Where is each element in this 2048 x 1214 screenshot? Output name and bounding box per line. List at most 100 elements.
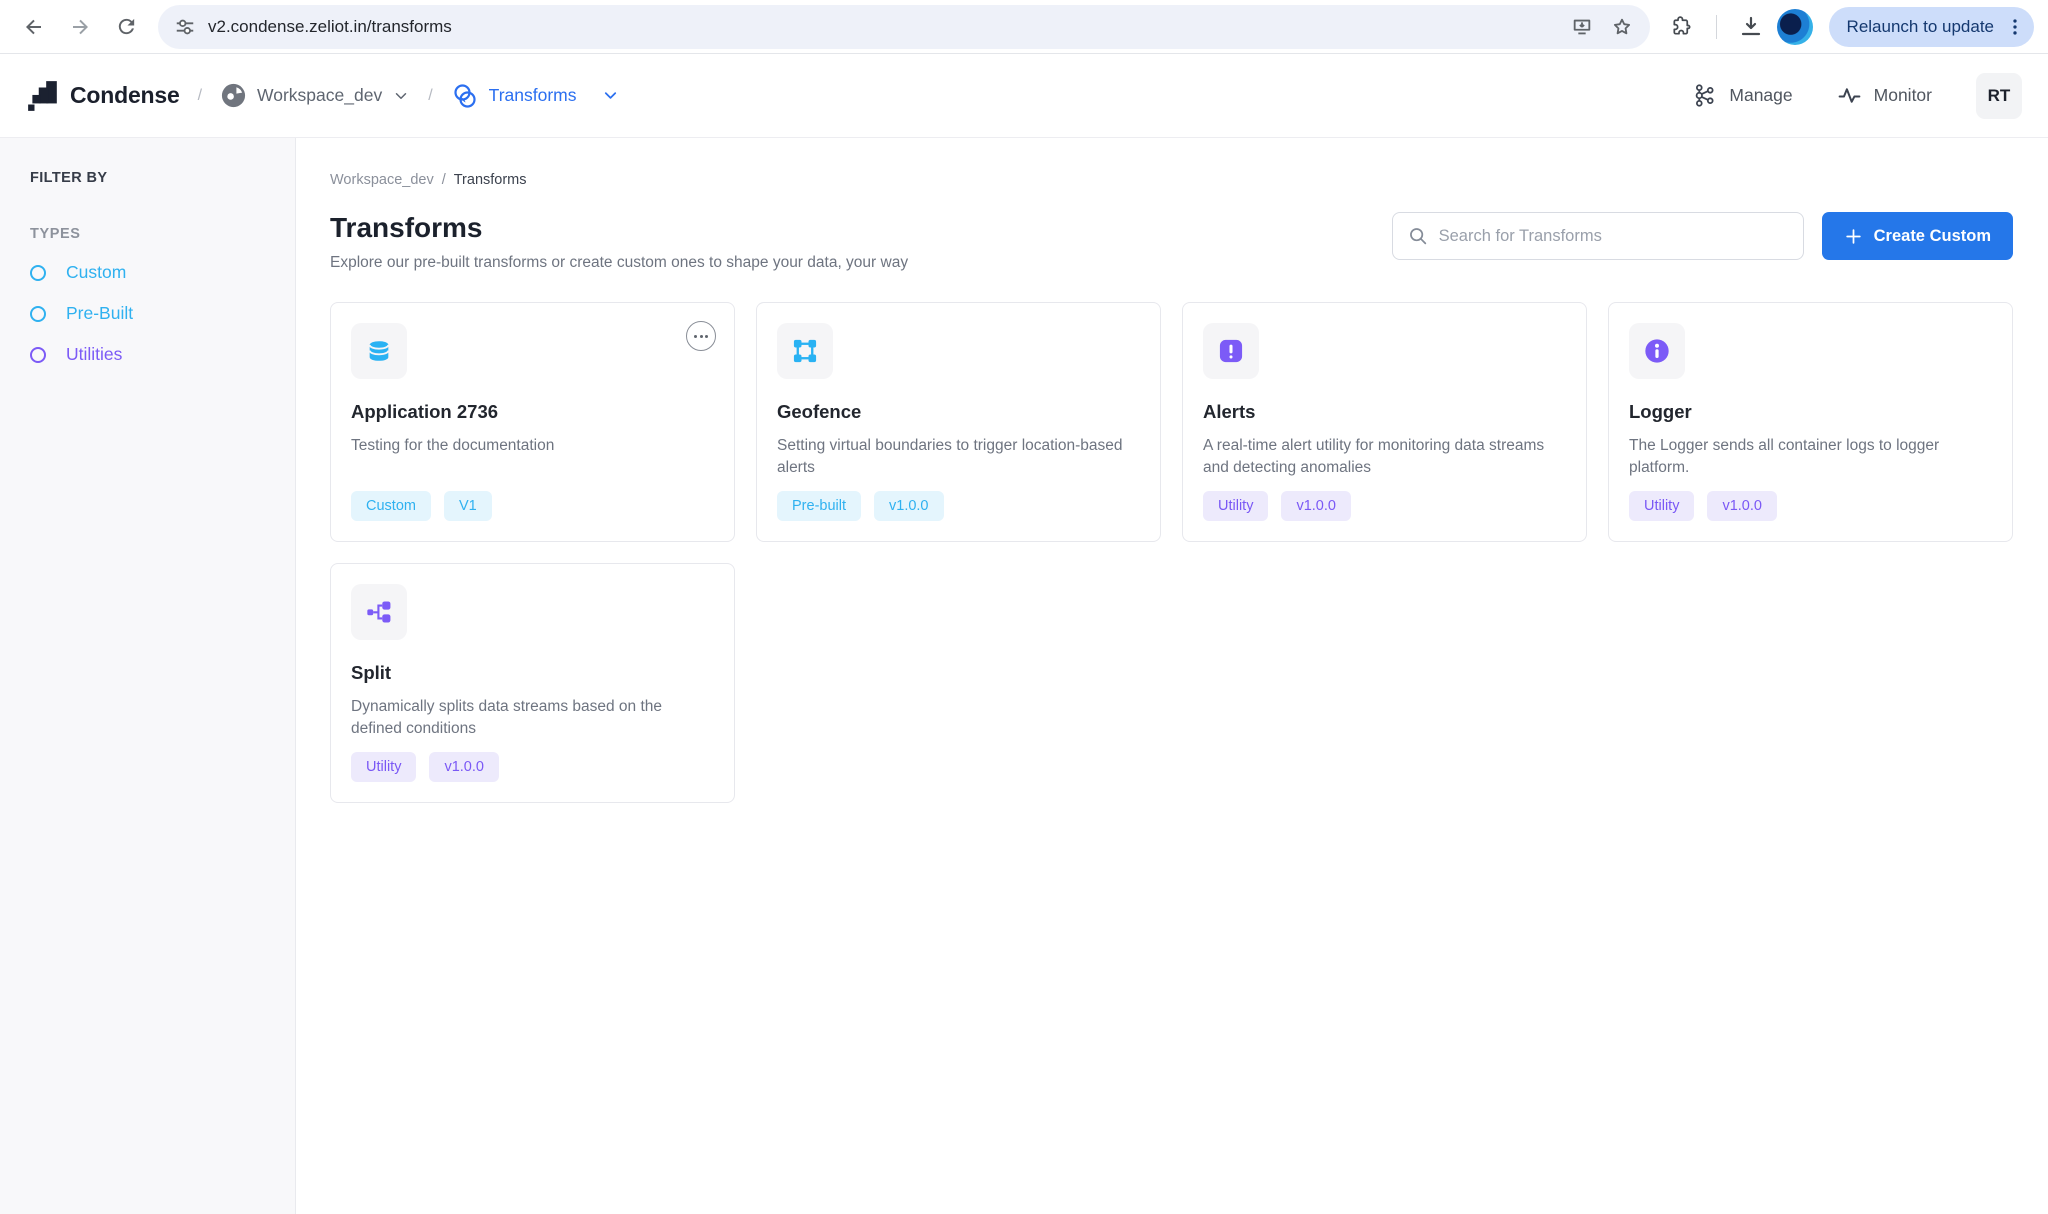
transforms-grid: Application 2736 Testing for the documen… bbox=[330, 302, 2013, 803]
card-title: Split bbox=[351, 662, 714, 684]
install-app-button[interactable] bbox=[1564, 9, 1600, 45]
create-custom-label: Create Custom bbox=[1874, 227, 1991, 246]
card-icon-tile bbox=[351, 323, 407, 379]
transform-card-alerts[interactable]: Alerts A real-time alert utility for mon… bbox=[1182, 302, 1587, 542]
card-description: Setting virtual boundaries to trigger lo… bbox=[777, 435, 1140, 480]
radio-icon[interactable] bbox=[30, 306, 46, 322]
radio-icon[interactable] bbox=[30, 265, 46, 281]
nav-transforms-label: Transforms bbox=[489, 85, 577, 106]
monitor-pulse-icon bbox=[1837, 83, 1862, 108]
site-settings-icon[interactable] bbox=[174, 16, 196, 38]
user-avatar[interactable]: RT bbox=[1976, 73, 2022, 119]
monitor-label: Monitor bbox=[1874, 85, 1932, 106]
header-separator: / bbox=[198, 87, 202, 105]
breadcrumb-workspace[interactable]: Workspace_dev bbox=[330, 172, 434, 188]
breadcrumb-current: Transforms bbox=[454, 172, 527, 188]
card-title: Geofence bbox=[777, 401, 1140, 423]
filter-option-label: Utilities bbox=[66, 344, 122, 365]
extensions-puzzle-icon bbox=[1670, 15, 1693, 38]
tag-type: Utility bbox=[1629, 491, 1694, 521]
address-bar[interactable]: v2.condense.zeliot.in/transforms bbox=[158, 5, 1650, 49]
back-button[interactable] bbox=[14, 7, 54, 47]
download-icon bbox=[1739, 15, 1763, 39]
geofence-icon bbox=[791, 337, 819, 365]
nav-transforms[interactable]: Transforms bbox=[451, 82, 620, 110]
transform-card-application-2736[interactable]: Application 2736 Testing for the documen… bbox=[330, 302, 735, 542]
header-separator-2: / bbox=[428, 87, 432, 105]
transforms-venn-icon bbox=[451, 82, 479, 110]
card-description: Dynamically splits data streams based on… bbox=[351, 696, 714, 741]
filter-option-pre-built[interactable]: Pre-Built bbox=[30, 303, 265, 324]
tag-type: Utility bbox=[351, 752, 416, 782]
browser-profile-avatar[interactable] bbox=[1777, 9, 1813, 45]
install-app-icon bbox=[1571, 16, 1593, 38]
tag-version: v1.0.0 bbox=[1707, 491, 1777, 521]
workspace-avatar-icon bbox=[220, 82, 247, 109]
transform-card-logger[interactable]: Logger The Logger sends all container lo… bbox=[1608, 302, 2013, 542]
relaunch-label: Relaunch to update bbox=[1847, 17, 1994, 37]
extensions-button[interactable] bbox=[1662, 7, 1702, 47]
app-header: Condense / Workspace_dev / Transforms bbox=[0, 54, 2048, 138]
transform-card-split[interactable]: Split Dynamically splits data streams ba… bbox=[330, 563, 735, 803]
relaunch-to-update-button[interactable]: Relaunch to update bbox=[1829, 7, 2034, 47]
plus-icon bbox=[1844, 227, 1863, 246]
card-description: Testing for the documentation bbox=[351, 435, 714, 457]
filter-option-custom[interactable]: Custom bbox=[30, 262, 265, 283]
brand-name: Condense bbox=[70, 82, 180, 109]
browser-toolbar: v2.condense.zeliot.in/transforms bbox=[0, 0, 2048, 54]
url-text[interactable]: v2.condense.zeliot.in/transforms bbox=[208, 17, 1564, 37]
card-icon-tile bbox=[1203, 323, 1259, 379]
card-title: Application 2736 bbox=[351, 401, 714, 423]
downloads-button[interactable] bbox=[1731, 7, 1771, 47]
tag-version: V1 bbox=[444, 491, 492, 521]
bookmark-button[interactable] bbox=[1604, 9, 1640, 45]
card-options-menu-button[interactable] bbox=[686, 321, 716, 351]
filter-option-utilities[interactable]: Utilities bbox=[30, 344, 265, 365]
bookmark-star-icon bbox=[1611, 16, 1633, 38]
card-description: The Logger sends all container logs to l… bbox=[1629, 435, 1992, 480]
manage-button[interactable]: Manage bbox=[1692, 83, 1792, 108]
card-title: Alerts bbox=[1203, 401, 1566, 423]
card-title: Logger bbox=[1629, 401, 1992, 423]
tag-version: v1.0.0 bbox=[429, 752, 499, 782]
back-arrow-icon bbox=[22, 15, 46, 39]
search-box[interactable] bbox=[1392, 212, 1804, 260]
tag-type: Custom bbox=[351, 491, 431, 521]
radio-icon[interactable] bbox=[30, 347, 46, 363]
page-title: Transforms bbox=[330, 212, 908, 244]
browser-menu-kebab-icon[interactable] bbox=[2004, 16, 2026, 38]
tag-type: Pre-built bbox=[777, 491, 861, 521]
monitor-button[interactable]: Monitor bbox=[1837, 83, 1932, 108]
chevron-down-icon bbox=[392, 87, 410, 105]
nav-chevron-down-icon bbox=[601, 86, 620, 105]
search-input[interactable] bbox=[1439, 227, 1789, 246]
brand[interactable]: Condense bbox=[26, 79, 180, 113]
transform-card-geofence[interactable]: Geofence Setting virtual boundaries to t… bbox=[756, 302, 1161, 542]
filter-option-label: Pre-Built bbox=[66, 303, 133, 324]
toolbar-divider bbox=[1716, 15, 1717, 39]
reload-button[interactable] bbox=[106, 7, 146, 47]
filter-by-heading: FILTER BY bbox=[30, 170, 265, 186]
forward-arrow-icon bbox=[68, 15, 92, 39]
manage-label: Manage bbox=[1729, 85, 1792, 106]
workspace-selector[interactable]: Workspace_dev bbox=[220, 82, 410, 109]
create-custom-button[interactable]: Create Custom bbox=[1822, 212, 2013, 260]
page-subtitle: Explore our pre-built transforms or crea… bbox=[330, 254, 908, 272]
card-description: A real-time alert utility for monitoring… bbox=[1203, 435, 1566, 480]
card-icon-tile bbox=[1629, 323, 1685, 379]
forward-button[interactable] bbox=[60, 7, 100, 47]
database-icon bbox=[365, 337, 393, 365]
workspace-name: Workspace_dev bbox=[257, 85, 382, 106]
split-icon bbox=[365, 598, 393, 626]
info-icon bbox=[1643, 337, 1671, 365]
main-content: Workspace_dev / Transforms Transforms Ex… bbox=[296, 138, 2048, 1214]
reload-icon bbox=[115, 15, 138, 38]
tag-version: v1.0.0 bbox=[1281, 491, 1351, 521]
breadcrumb-separator: / bbox=[442, 172, 446, 188]
manage-cluster-icon bbox=[1692, 83, 1717, 108]
card-icon-tile bbox=[351, 584, 407, 640]
breadcrumb: Workspace_dev / Transforms bbox=[330, 172, 2013, 188]
search-icon bbox=[1407, 225, 1429, 247]
alert-icon bbox=[1217, 337, 1245, 365]
tag-type: Utility bbox=[1203, 491, 1268, 521]
